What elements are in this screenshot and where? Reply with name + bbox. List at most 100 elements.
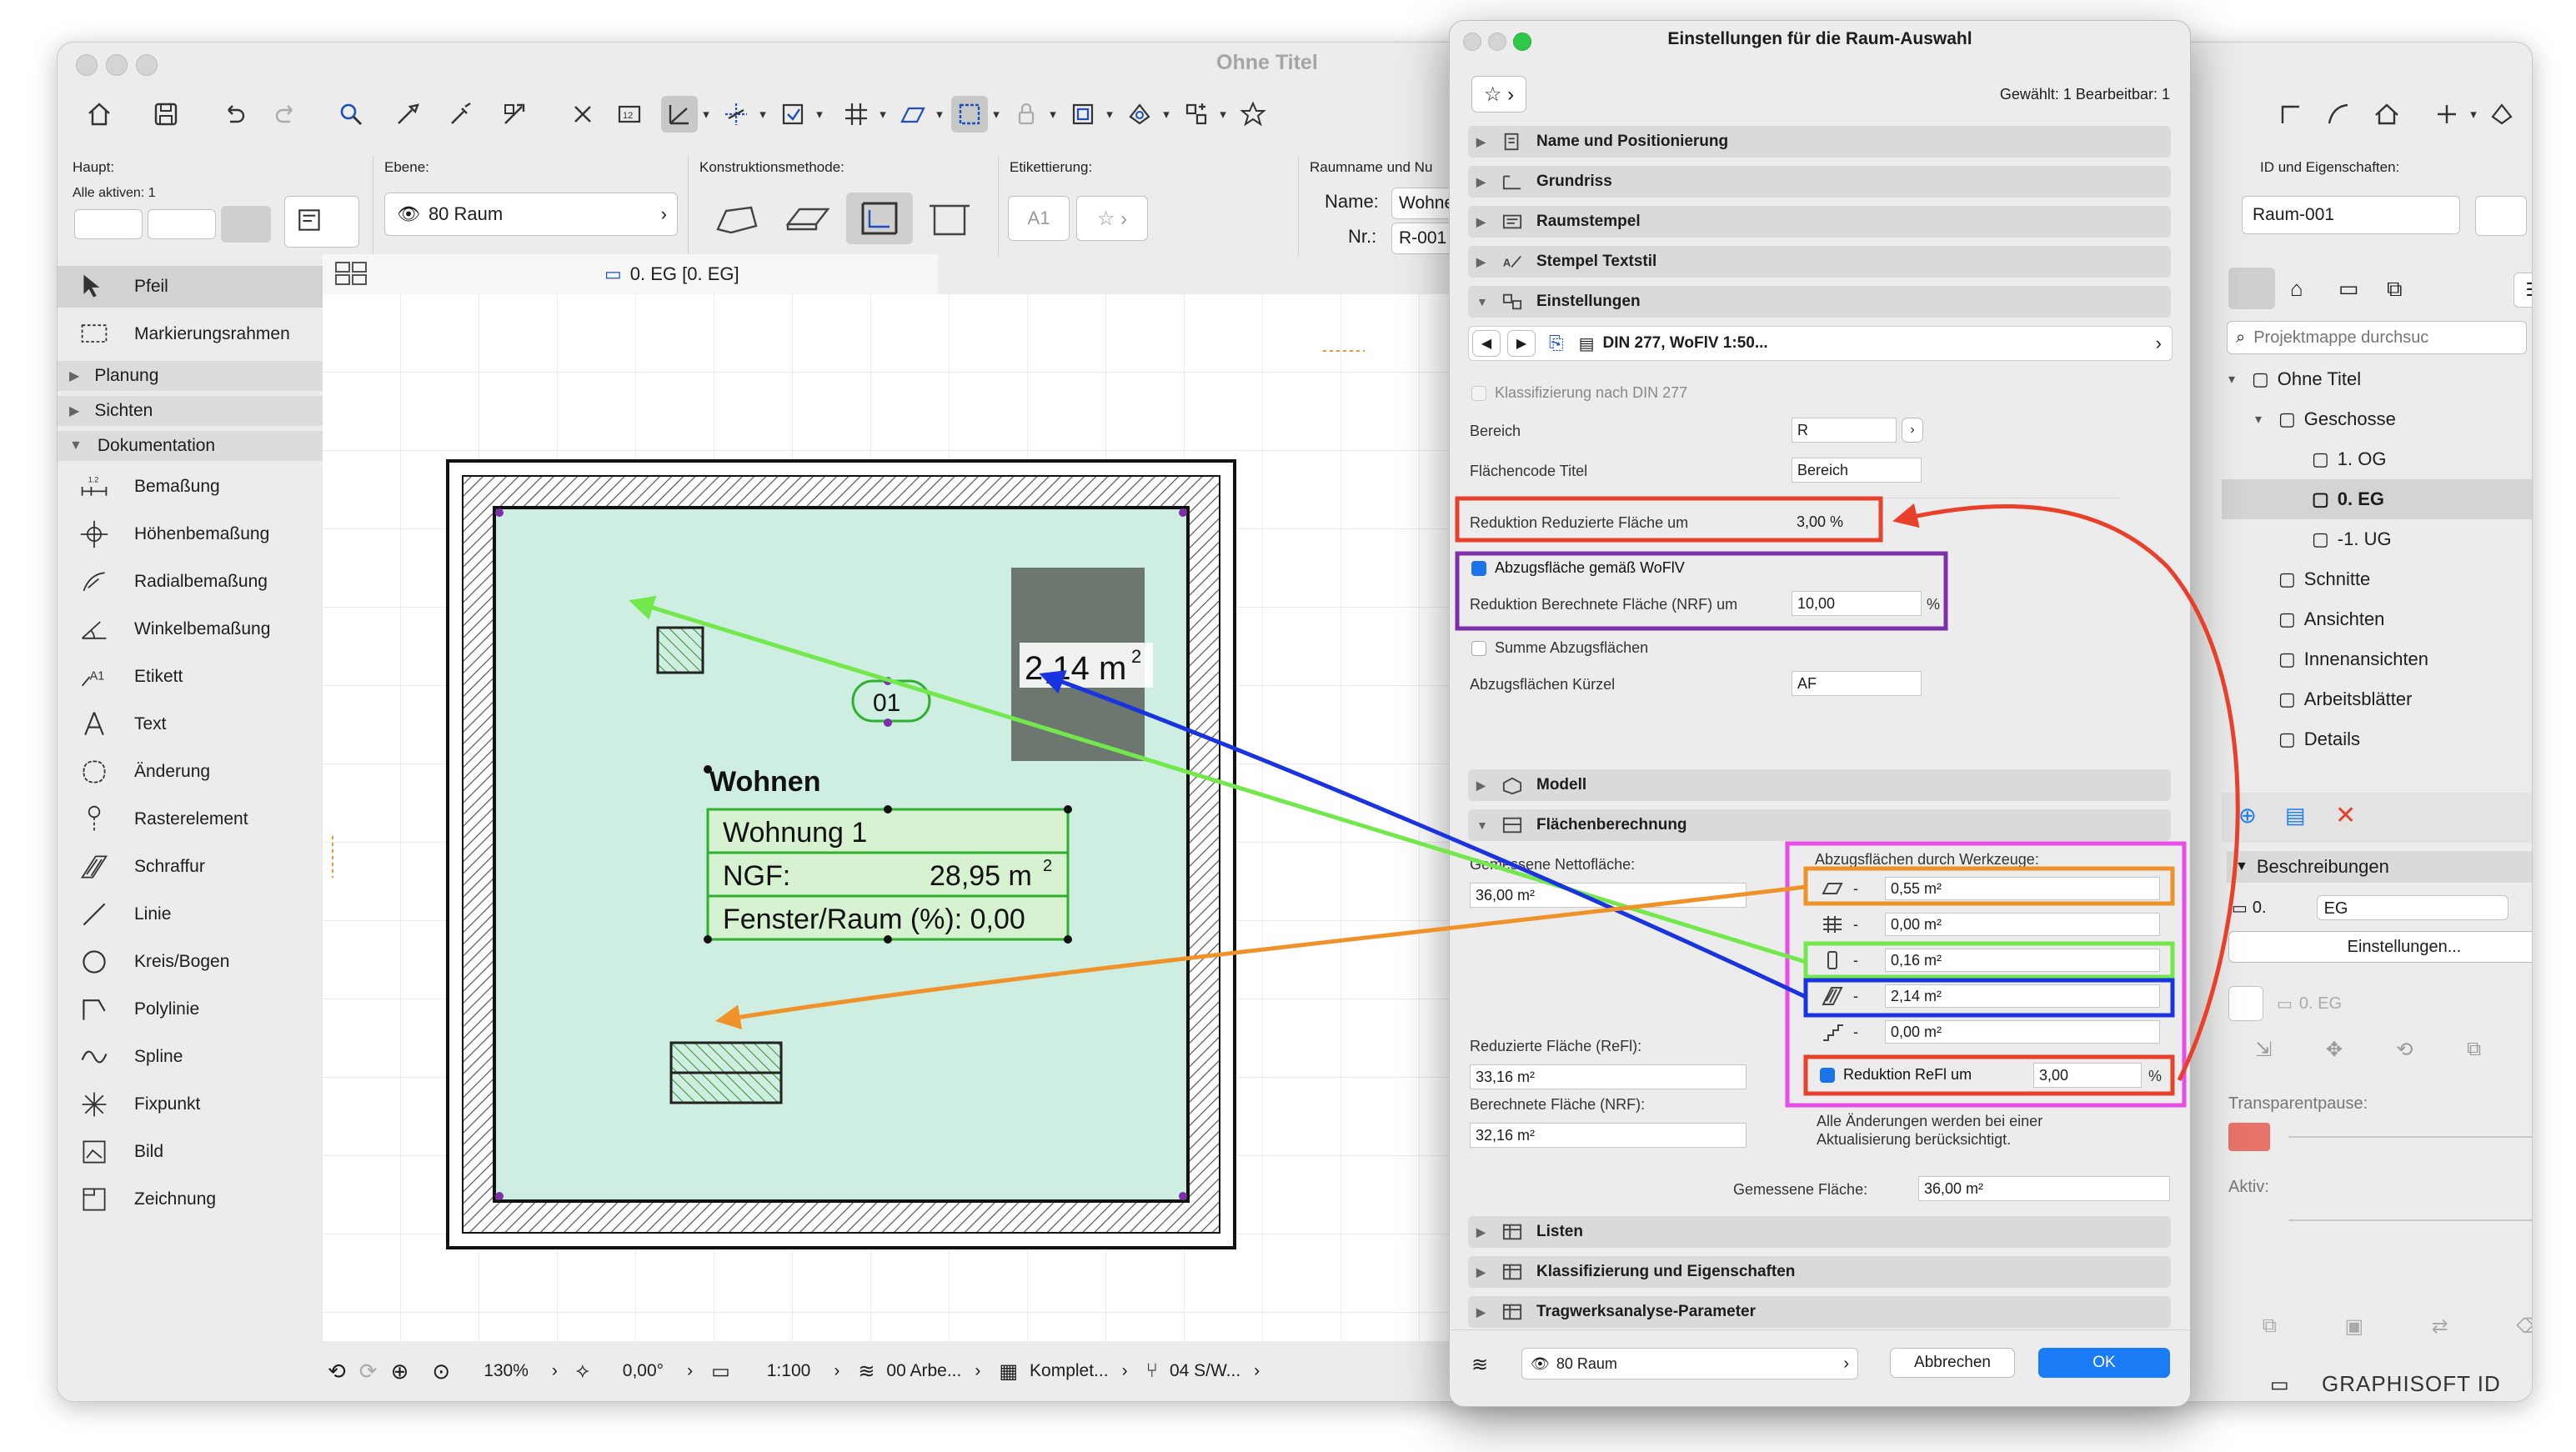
tree-item[interactable]: ▾ ▢ Ohne Titel — [2222, 359, 2532, 399]
rotate-icon[interactable] — [1121, 96, 1158, 133]
favorites-icon[interactable] — [1235, 96, 1271, 133]
din-value[interactable]: DIN 277, WoFlV 1:50... — [1603, 334, 1768, 353]
favorites-button[interactable]: ☆ › — [1471, 76, 1526, 113]
reduktion-refl-checkbox[interactable] — [1820, 1068, 1835, 1083]
tool-radial-dimension[interactable]: Radialbemaßung — [58, 561, 323, 603]
tool-revision-cloud[interactable]: Änderung — [58, 751, 323, 793]
abzug-wofiv-checkbox[interactable] — [1471, 561, 1486, 576]
find-select-icon[interactable] — [333, 96, 369, 133]
tool-level-dimension[interactable]: Höhenbemaßung — [58, 513, 323, 555]
project-map-icon[interactable] — [2228, 268, 2275, 309]
tile-view-icon[interactable] — [333, 259, 369, 288]
zoom-window-button[interactable] — [136, 54, 158, 76]
suspend-groups-dropdown[interactable]: ▾ — [990, 96, 1003, 133]
beschreibungen-header[interactable]: ▼ Beschreibungen — [2227, 851, 2532, 883]
trace-view-selector[interactable]: ▭0. EG› — [2228, 984, 2532, 1023]
zoom-value[interactable]: 130% — [484, 1361, 529, 1381]
floor-plan-canvas[interactable]: 2,14 m 2 01 Wohnen Wohnung 1 NGF: 28,95 … — [323, 294, 1521, 1341]
explode-icon[interactable] — [564, 96, 601, 133]
tool-grid-element[interactable]: Rasterelement — [58, 799, 323, 840]
roof-icon[interactable] — [2368, 96, 2405, 133]
id-input[interactable]: Raum-001 — [2242, 196, 2460, 234]
tool-spline[interactable]: Spline — [58, 1036, 323, 1078]
klassifizierung-checkbox[interactable] — [1471, 386, 1486, 401]
cancel-button[interactable]: Abbrechen — [1890, 1348, 2015, 1378]
tool-image[interactable]: Bild — [58, 1131, 323, 1173]
angle-value[interactable]: 0,00° — [623, 1361, 664, 1381]
multiply-dropdown[interactable]: ▾ — [1216, 96, 1230, 133]
tool-polyline[interactable]: Polylinie — [58, 989, 323, 1030]
tree-item[interactable]: ▢ 0. EG — [2222, 479, 2532, 519]
offset-icon[interactable] — [1065, 96, 1101, 133]
offset-dropdown[interactable]: ▾ — [1103, 96, 1116, 133]
tool-circle-arc[interactable]: Kreis/Bogen — [58, 941, 323, 983]
red-nrf-input[interactable]: 10,00 — [1792, 591, 1922, 616]
tree-item[interactable]: ▢ Ansichten — [2222, 599, 2532, 639]
tool-fill[interactable]: Schraffur — [58, 846, 323, 888]
mirror-icon[interactable]: ⧉ — [2467, 1038, 2481, 1071]
rotate-dropdown[interactable]: ▾ — [1160, 96, 1173, 133]
toolbox-section[interactable]: ▶ Planung — [58, 361, 323, 391]
tool-line[interactable]: Linie — [58, 894, 323, 935]
tool-text[interactable]: Text — [58, 703, 323, 745]
section-classification[interactable]: ▶ Klassifizierung und Eigenschaften — [1468, 1256, 2171, 1288]
dimension-icon[interactable]: 12 — [611, 96, 648, 133]
toolbox-section[interactable]: ▶ Sichten — [58, 396, 323, 426]
summe-checkbox[interactable] — [1471, 641, 1486, 656]
ok-button[interactable]: OK — [2038, 1348, 2170, 1378]
home-icon[interactable] — [81, 96, 118, 133]
settings-dialog-button[interactable] — [284, 196, 359, 248]
snap-points-icon[interactable] — [774, 96, 811, 133]
tool-angle-dimension[interactable]: Winkelbemaßung — [58, 608, 323, 650]
guide-line-icon[interactable] — [661, 96, 698, 133]
rectangle-method-icon[interactable] — [783, 196, 833, 243]
pen-set-value[interactable]: 04 S/W... — [1170, 1361, 1240, 1381]
grid-snap-dropdown[interactable]: ▾ — [876, 96, 890, 133]
curve-icon[interactable] — [2320, 96, 2357, 133]
close-window-button[interactable] — [76, 54, 98, 76]
shape-icon[interactable] — [2483, 96, 2520, 133]
toolbox-section[interactable]: ▼ Dokumentation — [58, 431, 323, 461]
tree-item[interactable]: ▢ -1. UG — [2222, 519, 2532, 559]
section-room-stamp[interactable]: ▶ Raumstempel — [1468, 206, 2171, 238]
prev-button[interactable]: ◀ — [1472, 330, 1501, 357]
bereich-dropdown[interactable]: › — [1902, 418, 1923, 443]
section-lists[interactable]: ▶ Listen — [1468, 1216, 2171, 1248]
polygon-method-icon[interactable] — [711, 196, 761, 243]
new-folder-icon[interactable]: ▤ — [2285, 803, 2306, 829]
navigator-menu-button[interactable]: ☰ › — [2513, 273, 2532, 308]
navigator-search-input[interactable] — [2252, 327, 2506, 348]
star-favorite-icon[interactable]: ☆ › — [1076, 196, 1148, 241]
snap-guide-icon[interactable] — [718, 96, 754, 133]
clear-icon[interactable]: ⌫ — [2516, 1314, 2532, 1348]
next-button[interactable]: ▶ — [1507, 330, 1536, 357]
add-element-icon[interactable] — [2428, 96, 2465, 133]
plane-icon[interactable] — [895, 96, 931, 133]
scale-value[interactable]: 1:100 — [767, 1361, 811, 1381]
tree-item[interactable]: ▢ Schnitte — [2222, 559, 2532, 599]
guide-line-dropdown[interactable]: ▾ — [699, 96, 713, 133]
navigator-search[interactable]: ⌕ — [2227, 321, 2527, 354]
add-element-dropdown[interactable]: ▾ — [2467, 96, 2480, 133]
layer-select[interactable]: 👁 80 Raum › — [384, 193, 678, 236]
properties-button[interactable] — [2475, 196, 2527, 236]
move-icon[interactable]: ⇲ — [2255, 1038, 2272, 1071]
trace-color-swatch[interactable] — [2228, 1123, 2270, 1151]
model-view-value[interactable]: Komplet... — [1030, 1361, 1109, 1381]
active-slider[interactable] — [2288, 1219, 2532, 1221]
compare-icon[interactable]: ⧉ — [2263, 1314, 2277, 1348]
rotate-icon[interactable]: ⟲ — [2396, 1038, 2413, 1071]
section-structural-analysis[interactable]: ▶ Tragwerksanalyse-Parameter — [1468, 1296, 2171, 1328]
tool-arrow[interactable]: Pfeil — [58, 266, 323, 308]
trace-toggle[interactable] — [2228, 986, 2263, 1021]
rotate-view-icon[interactable]: ⟲ — [328, 1359, 346, 1384]
drag-icon[interactable]: ✥ — [2326, 1038, 2343, 1071]
grid-snap-icon[interactable] — [838, 96, 875, 133]
marquee-filter-button[interactable] — [148, 209, 216, 239]
label-tool-button[interactable]: A1 — [1008, 196, 1070, 241]
lock-icon[interactable] — [1008, 96, 1045, 133]
reduktion-refl-input[interactable]: 3,00 — [2033, 1063, 2142, 1088]
syringe-icon[interactable] — [443, 96, 479, 133]
tree-item[interactable]: ▾ ▢ Geschosse — [2222, 399, 2532, 439]
tool-drawing[interactable]: Zeichnung — [58, 1179, 323, 1220]
